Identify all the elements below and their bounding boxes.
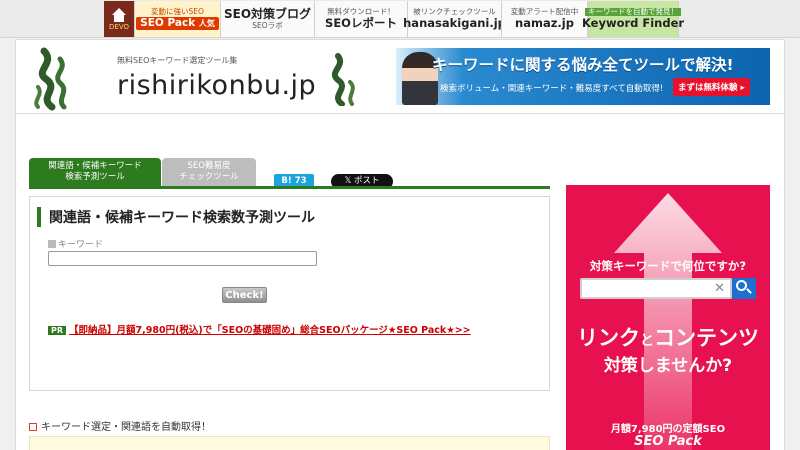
section-heading: キーワード選定・関連語を自動取得！ <box>29 418 211 433</box>
hanasakigani-tagline: 被リンクチェックツール <box>413 6 496 16</box>
free-trial-button[interactable]: まずは無料体験 ▸ <box>673 78 750 96</box>
seo-blog-sub: SEOラボ <box>252 21 283 31</box>
pr-line: PR 【即納品】月額7,980円(税込)で「SEOの基礎固め」総合SEOパッケージ… <box>48 322 471 336</box>
site-header: 無料SEOキーワード選定ツール集 rishirikonbu.jp キーワードに関… <box>15 39 785 114</box>
seo-blog-link[interactable]: SEO対策ブログ SEOラボ <box>220 1 314 37</box>
keyword-finder-link[interactable]: キーワードを自動で発見！ Keyword Finder <box>582 1 684 37</box>
seo-pack-pr-link[interactable]: 【即納品】月額7,980円(税込)で「SEOの基礎固め」総合SEOパッケージ★S… <box>69 325 471 336</box>
keyword-input[interactable] <box>48 251 317 266</box>
tab-seo-difficulty-tool[interactable]: SEO難易度 チェックツール <box>162 158 256 186</box>
tab-difficulty-line1: SEO難易度 <box>187 161 231 171</box>
namaz-tagline: 変動アラート配信中 <box>510 6 579 16</box>
ad-subheadline: 対策しませんか? <box>603 356 733 376</box>
ad-price: 月額7,980円の定額SEO <box>610 424 726 435</box>
tab-underline <box>29 186 550 189</box>
keyword-label: キーワード <box>48 237 103 250</box>
home-icon <box>111 7 127 22</box>
tab-related-keyword-tool[interactable]: 関連語・候補キーワード 検索予測ツール <box>29 158 161 186</box>
check-button[interactable]: Check! <box>222 287 267 303</box>
seo-pack-link[interactable]: 変動に強いSEO SEO Pack 人気 <box>134 1 220 37</box>
ad-search-box: ✕ <box>580 278 732 299</box>
logo-tagline: 無料SEOキーワード選定ツール集 <box>117 56 238 65</box>
network-links: DEVO 変動に強いSEO SEO Pack 人気 SEO対策ブログ SEOラボ… <box>104 1 684 37</box>
namaz-link[interactable]: 変動アラート配信中 namaz.jp <box>501 1 587 37</box>
clear-icon: ✕ <box>714 281 725 296</box>
network-bar: DEVO 変動に強いSEO SEO Pack 人気 SEO対策ブログ SEOラボ… <box>0 0 800 38</box>
banner-subtitle: 検索ボリューム・関連キーワード・難易度すべて自動取得! <box>440 84 664 94</box>
seo-pack-tagline: 変動に強いSEO <box>151 7 204 17</box>
seo-report-link[interactable]: 無料ダウンロード！ SEOレポート <box>314 1 407 37</box>
tab-related-line2: 検索予測ツール <box>65 172 125 182</box>
keyword-finder-title: Keyword Finder <box>581 15 685 30</box>
tab-related-line1: 関連語・候補キーワード <box>48 161 142 171</box>
seo-pack-title: SEO Pack 人気 <box>136 16 219 30</box>
ad-question: 対策キーワードで何位ですか? <box>589 259 747 273</box>
search-icon <box>732 278 756 299</box>
kelp-decoration-icon <box>331 53 355 106</box>
keyword-finder-tagline: キーワードを自動で発見！ <box>585 7 681 16</box>
pr-badge: PR <box>48 326 67 335</box>
kelp-logo-icon[interactable] <box>30 45 76 111</box>
ad-product-name: SEO Pack <box>634 434 702 449</box>
seo-report-tagline: 無料ダウンロード！ <box>327 6 395 16</box>
hanasakigani-title: hanasakigani.jp <box>403 15 506 30</box>
label-square-icon <box>48 240 56 248</box>
heading-square-icon <box>29 423 37 431</box>
keyword-tool-panel: 関連語・候補キーワード検索数予測ツール キーワード Check! PR 【即納品】… <box>29 196 550 391</box>
seo-report-title: SEOレポート <box>325 15 397 30</box>
page-title: 関連語・候補キーワード検索数予測ツール <box>37 207 315 227</box>
seo-pack-ad[interactable]: 対策キーワードで何位ですか? ✕ リンクとコンテンツ 対策しませんか? 月額7,… <box>566 185 770 450</box>
devo-label: DEVO <box>109 22 129 31</box>
ad-headline: リンクとコンテンツ <box>577 326 759 350</box>
keyword-finder-banner[interactable]: キーワードに関する悩み全てツールで解決! 検索ボリューム・関連キーワード・難易度… <box>396 48 770 105</box>
info-box <box>29 436 550 450</box>
hanasakigani-link[interactable]: 被リンクチェックツール hanasakigani.jp <box>403 1 506 37</box>
namaz-title: namaz.jp <box>515 15 574 30</box>
banner-title: キーワードに関する悩み全てツールで解決! <box>432 56 734 74</box>
popular-badge: 人気 <box>198 18 215 28</box>
seo-blog-title: SEO対策ブログ <box>223 7 312 22</box>
devo-home-link[interactable]: DEVO <box>104 1 134 37</box>
tab-difficulty-line2: チェックツール <box>179 172 239 182</box>
site-logo-text[interactable]: rishirikonbu.jp <box>117 70 316 101</box>
